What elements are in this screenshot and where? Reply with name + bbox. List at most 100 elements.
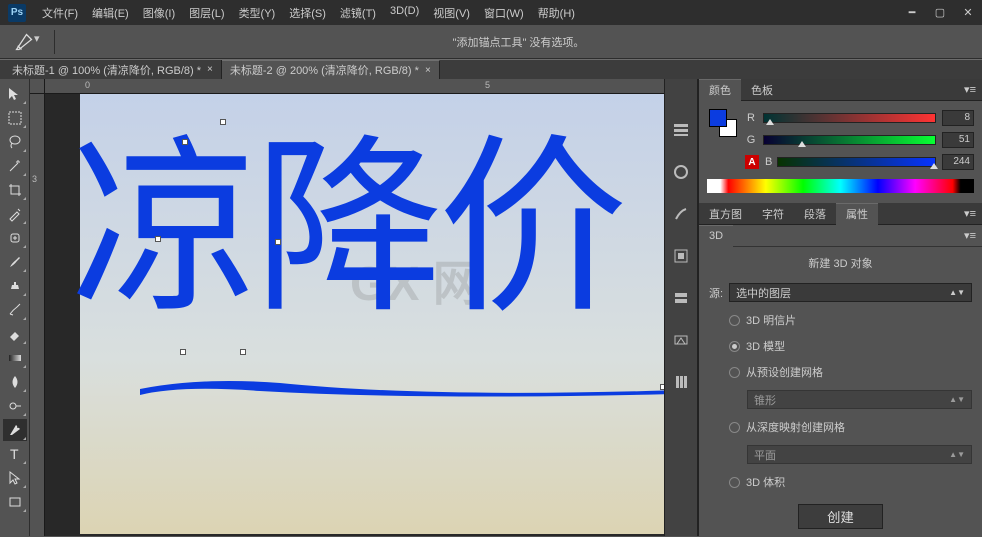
anchor-point[interactable]: [182, 139, 188, 145]
tab-histogram[interactable]: 直方图: [699, 203, 752, 225]
menu-select[interactable]: 选择(S): [283, 5, 332, 21]
anchor-point[interactable]: [660, 384, 664, 390]
menu-type[interactable]: 类型(Y): [233, 5, 282, 21]
option-postcard[interactable]: 3D 明信片: [709, 312, 972, 328]
pen-tool[interactable]: [3, 419, 27, 441]
history-panel-icon[interactable]: [670, 119, 692, 141]
options-message: "添加锚点工具" 没有选项。: [61, 34, 976, 50]
clone-source-panel-icon[interactable]: [670, 245, 692, 267]
red-slider[interactable]: [763, 113, 936, 123]
red-label: R: [745, 112, 757, 124]
eraser-tool[interactable]: [3, 323, 27, 345]
ruler-origin[interactable]: [30, 79, 45, 94]
anchor-point[interactable]: [240, 349, 246, 355]
canvas[interactable]: GX 网 凉降价: [45, 94, 664, 536]
eyedropper-tool[interactable]: [3, 203, 27, 225]
ruler-tick: 0: [85, 80, 90, 90]
brush-tool[interactable]: [3, 251, 27, 273]
tab-swatches[interactable]: 色板: [741, 79, 783, 101]
anchor-point[interactable]: [275, 239, 281, 245]
path-selection-tool[interactable]: [3, 467, 27, 489]
color-swatch-pair[interactable]: [707, 107, 735, 147]
anchor-point[interactable]: [155, 236, 161, 242]
green-slider[interactable]: [763, 135, 936, 145]
depth-mesh-select[interactable]: 平面 ▲▼: [747, 445, 972, 464]
foreground-color-swatch[interactable]: [709, 109, 727, 127]
menu-3d[interactable]: 3D(D): [384, 5, 425, 21]
healing-brush-tool[interactable]: [3, 227, 27, 249]
window-minimize-button[interactable]: ━: [898, 3, 926, 22]
menu-view[interactable]: 视图(V): [427, 5, 476, 21]
canvas-text: 凉降价: [70, 94, 622, 349]
menu-window[interactable]: 窗口(W): [478, 5, 530, 21]
option-3dmodel[interactable]: 3D 模型: [709, 338, 972, 354]
rectangle-tool[interactable]: [3, 491, 27, 513]
tab-paragraph[interactable]: 段落: [794, 203, 836, 225]
menu-image[interactable]: 图像(I): [137, 5, 181, 21]
panel-menu-icon[interactable]: ▾≡: [958, 229, 982, 242]
svg-text:T: T: [10, 446, 19, 462]
paths-panel-icon[interactable]: [670, 329, 692, 351]
lasso-tool[interactable]: [3, 131, 27, 153]
option-label: 从深度映射创建网格: [746, 419, 845, 435]
move-tool[interactable]: [3, 83, 27, 105]
tab-properties[interactable]: 属性: [836, 203, 878, 225]
option-depth-mesh[interactable]: 从深度映射创建网格: [709, 419, 972, 435]
tab-character[interactable]: 字符: [752, 203, 794, 225]
brush-panel-icon[interactable]: [670, 161, 692, 183]
collapsed-panel-dock: [664, 79, 698, 536]
close-tab-icon[interactable]: ×: [425, 65, 431, 76]
red-value[interactable]: 8: [942, 110, 974, 126]
tool-dropdown-icon[interactable]: ▾: [34, 32, 48, 52]
pen-tool-icon[interactable]: [14, 32, 34, 52]
path-stroke[interactable]: [140, 377, 664, 401]
menu-edit[interactable]: 编辑(E): [86, 5, 135, 21]
window-close-button[interactable]: ✕: [954, 3, 982, 22]
type-tool[interactable]: T: [3, 443, 27, 465]
brush-preset-panel-icon[interactable]: [670, 203, 692, 225]
gradient-tool[interactable]: [3, 347, 27, 369]
menu-file[interactable]: 文件(F): [36, 5, 84, 21]
tab-color[interactable]: 颜色: [699, 79, 741, 101]
close-tab-icon[interactable]: ×: [207, 64, 213, 75]
canvas-area: 0 5 3 GX 网 凉降价: [30, 79, 664, 536]
clone-stamp-tool[interactable]: [3, 275, 27, 297]
tab-3d[interactable]: 3D: [699, 225, 733, 247]
document-tab[interactable]: 未标题-2 @ 200% (清凉降价, RGB/8) * ×: [222, 60, 440, 79]
radio-icon: [729, 367, 740, 378]
options-bar: ▾ "添加锚点工具" 没有选项。: [0, 25, 982, 59]
menu-filter[interactable]: 滤镜(T): [334, 5, 382, 21]
history-brush-tool[interactable]: [3, 299, 27, 321]
panel-menu-icon[interactable]: ▾≡: [958, 207, 982, 220]
option-preset-mesh[interactable]: 从预设创建网格: [709, 364, 972, 380]
warning-icon: A: [745, 155, 759, 169]
panel-column: 颜色 色板 ▾≡ R 8 G: [698, 79, 982, 536]
blue-slider[interactable]: [777, 157, 936, 167]
green-value[interactable]: 51: [942, 132, 974, 148]
create-button[interactable]: 创建: [798, 504, 883, 529]
layers-panel-icon[interactable]: [670, 287, 692, 309]
menu-help[interactable]: 帮助(H): [532, 5, 581, 21]
horizontal-ruler[interactable]: 0 5: [45, 79, 664, 94]
magic-wand-tool[interactable]: [3, 155, 27, 177]
anchor-point[interactable]: [220, 119, 226, 125]
preset-mesh-select[interactable]: 锥形 ▲▼: [747, 390, 972, 409]
window-maximize-button[interactable]: ▢: [926, 3, 954, 22]
vertical-ruler[interactable]: 3: [30, 94, 45, 536]
channels-panel-icon[interactable]: [670, 371, 692, 393]
document-tab[interactable]: 未标题-1 @ 100% (清凉降价, RGB/8) * ×: [4, 60, 222, 79]
panel-menu-icon[interactable]: ▾≡: [958, 83, 982, 96]
chevron-down-icon: ▲▼: [949, 450, 965, 459]
marquee-tool[interactable]: [3, 107, 27, 129]
blue-value[interactable]: 244: [942, 154, 974, 170]
source-select[interactable]: 选中的图层 ▲▼: [729, 283, 972, 302]
source-value: 选中的图层: [736, 285, 791, 301]
app-logo: Ps: [8, 4, 26, 22]
menu-layer[interactable]: 图层(L): [183, 5, 230, 21]
crop-tool[interactable]: [3, 179, 27, 201]
option-3dvolume[interactable]: 3D 体积: [709, 474, 972, 490]
anchor-point[interactable]: [180, 349, 186, 355]
dodge-tool[interactable]: [3, 395, 27, 417]
spectrum-ramp[interactable]: [707, 179, 974, 193]
blur-tool[interactable]: [3, 371, 27, 393]
